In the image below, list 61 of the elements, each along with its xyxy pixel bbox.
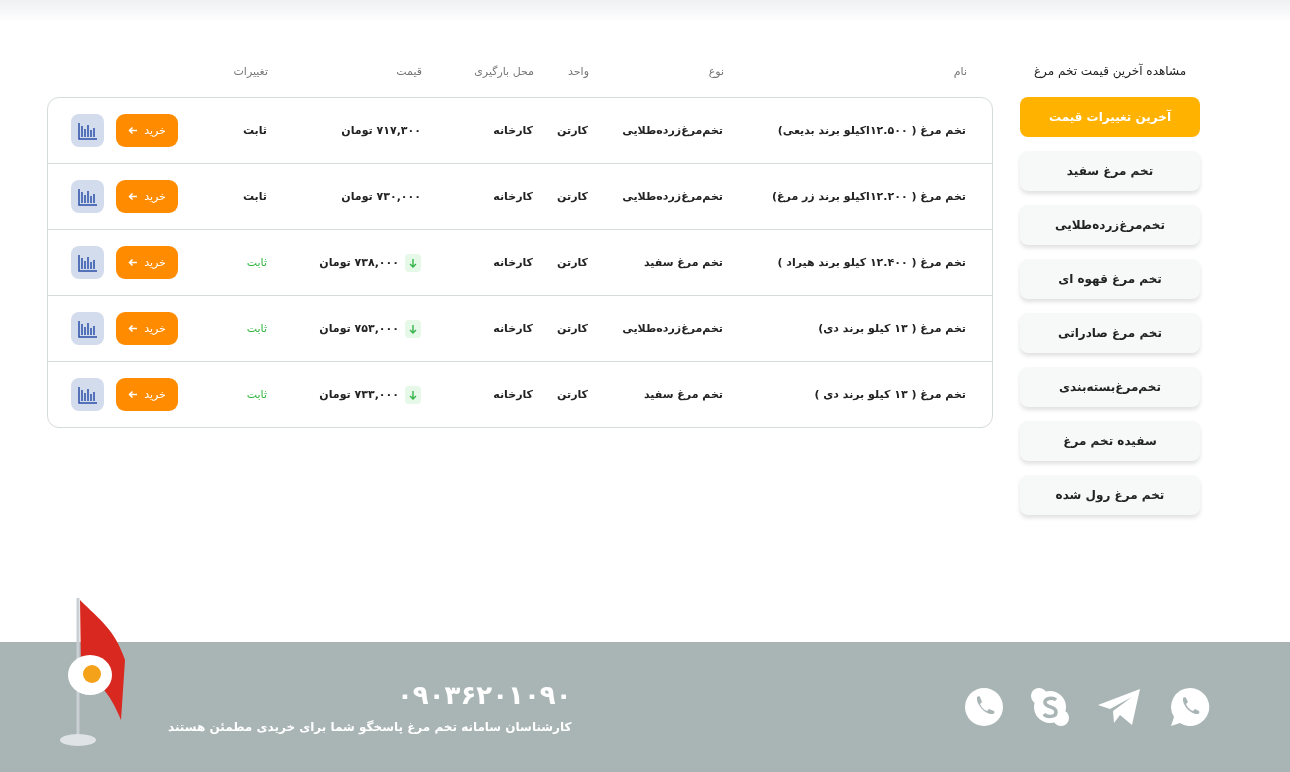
price-text: ۷۳۸,۰۰۰ تومان: [319, 256, 399, 269]
table-cell-text: کارخانه: [492, 388, 533, 401]
arrow-left-icon: [128, 390, 139, 399]
chart-button[interactable]: [71, 378, 104, 411]
chart-button[interactable]: [71, 180, 104, 213]
bar-chart-icon: [77, 187, 98, 206]
table-cell-text: کارتن: [556, 388, 588, 401]
arrow-left-icon: [128, 192, 139, 201]
chart-button[interactable]: [71, 312, 104, 345]
arrow-left-icon: [128, 324, 139, 333]
column-header: تغییرات: [232, 64, 268, 78]
table-cell-text: تخم مرغ ( ۱۳ کیلو برند دی ): [813, 388, 966, 401]
table-cell-text: تخم مرغ ( ۱۳ کیلو برند دی): [817, 322, 966, 335]
table-cell-text: تخم مرغ ( ۱۲.۴۰۰ کیلو برند هیراد ): [776, 256, 966, 269]
bar-chart-icon: [77, 253, 98, 272]
change-text: ثابت: [241, 190, 267, 203]
bar-chart-icon: [77, 319, 98, 338]
table-cell-text: تخم‌مرغ‌زرده‌طلایی: [621, 124, 723, 137]
price-text: ۷۵۳,۰۰۰ تومان: [319, 322, 399, 335]
column-header: نام: [952, 64, 967, 78]
table-cell-text: کارخانه: [492, 190, 533, 203]
table-cell-text: کارتن: [556, 322, 588, 335]
category-button[interactable]: تخم‌مرغ‌زرده‌طلایی: [1020, 205, 1200, 245]
table-cell-text: تخم مرغ ( ۱۲.۵۰۰اکیلو برند بدیعی): [776, 124, 966, 137]
price-text: ۷۳۳,۰۰۰ تومان: [319, 388, 399, 401]
table-cell-text: کارتن: [556, 124, 588, 137]
bar-chart-icon: [77, 121, 98, 140]
table-cell-text: تخم مرغ سفید: [642, 388, 723, 401]
bar-chart-icon: [77, 385, 98, 404]
table-cell-text: تخم مرغ ( ۱۲.۲۰۰اکیلو برند زر مرغ): [771, 190, 966, 203]
arrow-left-icon: [128, 258, 139, 267]
table-cell-text: کارخانه: [492, 256, 533, 269]
category-button[interactable]: تخم‌مرغ‌بسته‌بندی: [1020, 367, 1200, 407]
column-header: قیمت: [395, 64, 422, 78]
category-button[interactable]: سفیده تخم مرغ: [1020, 421, 1200, 461]
table-cell-text: تخم‌مرغ‌زرده‌طلایی: [621, 190, 723, 203]
category-button[interactable]: تخم مرغ رول شده: [1020, 475, 1200, 515]
footer-tagline: کارشناسان سامانه تخم مرغ پاسخگو شما برای خریدی مطمئن هستند: [168, 720, 572, 734]
table-cell-text: تخم مرغ سفید: [642, 256, 723, 269]
change-text: ثابت: [241, 124, 267, 137]
table-cell-text: کارخانه: [492, 322, 533, 335]
price-text: ۷۱۷,۳۰۰ تومان: [341, 124, 421, 137]
table-cell-text: تخم‌مرغ‌زرده‌طلایی: [621, 322, 723, 335]
category-button[interactable]: تخم مرغ صادراتی: [1020, 313, 1200, 353]
phone-number: ۰۹۰۳۶۲۰۱۰۹۰: [396, 680, 572, 710]
category-button[interactable]: تخم مرغ سفید: [1020, 151, 1200, 191]
table-cell-text: کارخانه: [492, 124, 533, 137]
column-header: محل بارگیری: [473, 64, 534, 78]
chart-button[interactable]: [71, 246, 104, 279]
change-text: ثابت: [245, 322, 267, 335]
table-cell-text: کارتن: [556, 190, 588, 203]
column-header: واحد: [567, 64, 589, 78]
change-text: ثابت: [245, 388, 267, 401]
column-header: نوع: [707, 64, 724, 78]
chart-button[interactable]: [71, 114, 104, 147]
category-button[interactable]: تخم مرغ قهوه ای: [1020, 259, 1200, 299]
arrow-left-icon: [128, 126, 139, 135]
price-text: ۷۳۰,۰۰۰ تومان: [341, 190, 421, 203]
change-text: ثابت: [245, 256, 267, 269]
sidebar-title: مشاهده آخرین قیمت تخم مرغ: [1032, 62, 1188, 81]
table-cell-text: کارتن: [556, 256, 588, 269]
